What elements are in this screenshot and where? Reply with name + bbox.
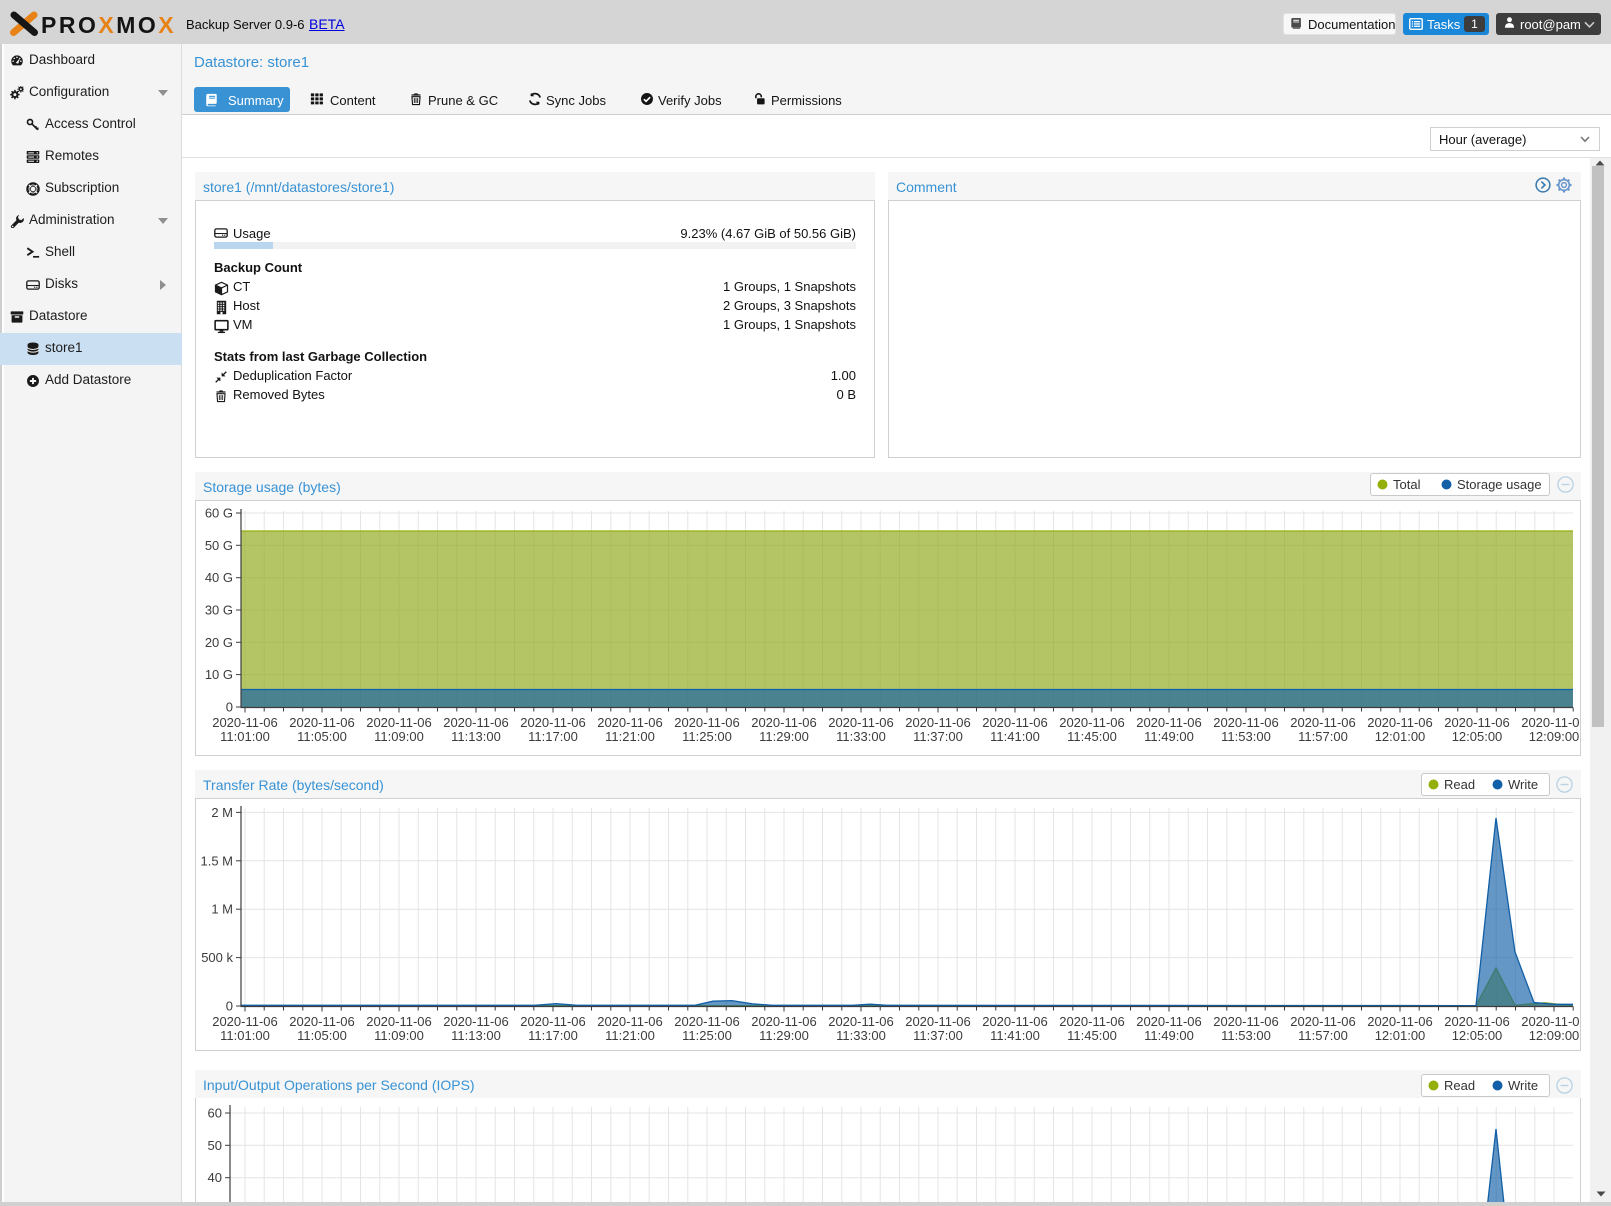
svg-text:2020-11-06: 2020-11-06 — [1444, 715, 1510, 730]
svg-text:11:29:00: 11:29:00 — [759, 729, 809, 744]
svg-text:11:37:00: 11:37:00 — [913, 1028, 963, 1043]
svg-text:11:21:00: 11:21:00 — [605, 1028, 655, 1043]
svg-text:11:25:00: 11:25:00 — [682, 729, 732, 744]
svg-text:2020-11-06: 2020-11-06 — [828, 1014, 894, 1029]
svg-text:11:49:00: 11:49:00 — [1144, 729, 1194, 744]
svg-text:2020-11-06: 2020-11-06 — [674, 1014, 740, 1029]
svg-text:11:53:00: 11:53:00 — [1221, 1028, 1271, 1043]
svg-text:60 G: 60 G — [205, 506, 233, 521]
svg-text:12:09:00: 12:09:00 — [1529, 1028, 1579, 1043]
svg-text:11:05:00: 11:05:00 — [297, 1028, 347, 1043]
svg-text:2020-11-06: 2020-11-06 — [1136, 715, 1202, 730]
svg-text:2020-11-06: 2020-11-06 — [1059, 1014, 1125, 1029]
svg-text:11:57:00: 11:57:00 — [1298, 1028, 1348, 1043]
svg-text:11:17:00: 11:17:00 — [528, 729, 578, 744]
svg-text:2020-11-06: 2020-11-06 — [1521, 1014, 1579, 1029]
svg-text:2020-11-06: 2020-11-06 — [1290, 1014, 1356, 1029]
svg-text:2020-11-06: 2020-11-06 — [1367, 1014, 1433, 1029]
svg-text:40: 40 — [208, 1170, 222, 1185]
svg-text:12:01:00: 12:01:00 — [1375, 729, 1426, 744]
svg-text:2020-11-06: 2020-11-06 — [289, 1014, 355, 1029]
svg-text:50: 50 — [208, 1138, 222, 1153]
svg-text:11:45:00: 11:45:00 — [1067, 1028, 1117, 1043]
svg-text:2020-11-06: 2020-11-06 — [212, 1014, 278, 1029]
svg-text:11:33:00: 11:33:00 — [836, 1028, 886, 1043]
svg-text:2020-11-06: 2020-11-06 — [597, 1014, 663, 1029]
svg-text:2020-11-06: 2020-11-06 — [366, 1014, 432, 1029]
svg-text:11:13:00: 11:13:00 — [451, 1028, 501, 1043]
svg-text:11:17:00: 11:17:00 — [528, 1028, 578, 1043]
svg-text:30 G: 30 G — [205, 603, 233, 618]
svg-text:2020-11-06: 2020-11-06 — [289, 715, 355, 730]
svg-text:2020-11-06: 2020-11-06 — [212, 715, 278, 730]
svg-text:2020-11-06: 2020-11-06 — [1367, 715, 1433, 730]
svg-text:500 k: 500 k — [201, 950, 233, 965]
svg-text:11:01:00: 11:01:00 — [220, 1028, 270, 1043]
svg-text:11:01:00: 11:01:00 — [220, 729, 270, 744]
svg-text:2020-11-06: 2020-11-06 — [905, 1014, 971, 1029]
svg-text:2020-11-06: 2020-11-06 — [1059, 715, 1125, 730]
svg-text:11:41:00: 11:41:00 — [990, 729, 1040, 744]
svg-text:2020-11-06: 2020-11-06 — [1521, 715, 1579, 730]
svg-text:2020-11-06: 2020-11-06 — [1213, 715, 1279, 730]
svg-text:2020-11-06: 2020-11-06 — [520, 1014, 586, 1029]
svg-text:12:01:00: 12:01:00 — [1375, 1028, 1426, 1043]
svg-text:2020-11-06: 2020-11-06 — [828, 715, 894, 730]
svg-text:11:45:00: 11:45:00 — [1067, 729, 1117, 744]
svg-text:12:05:00: 12:05:00 — [1452, 729, 1503, 744]
svg-text:11:49:00: 11:49:00 — [1144, 1028, 1194, 1043]
svg-text:2020-11-06: 2020-11-06 — [674, 715, 740, 730]
svg-text:1 M: 1 M — [211, 902, 233, 917]
svg-text:2020-11-06: 2020-11-06 — [520, 715, 586, 730]
svg-text:11:09:00: 11:09:00 — [374, 729, 424, 744]
svg-text:11:09:00: 11:09:00 — [374, 1028, 424, 1043]
svg-text:2020-11-06: 2020-11-06 — [982, 1014, 1048, 1029]
svg-text:0: 0 — [226, 999, 233, 1014]
svg-text:2020-11-06: 2020-11-06 — [1136, 1014, 1202, 1029]
svg-text:2020-11-06: 2020-11-06 — [443, 715, 509, 730]
svg-text:11:13:00: 11:13:00 — [451, 729, 501, 744]
svg-text:11:05:00: 11:05:00 — [297, 729, 347, 744]
svg-text:2020-11-06: 2020-11-06 — [597, 715, 663, 730]
svg-text:2020-11-06: 2020-11-06 — [1444, 1014, 1510, 1029]
svg-text:2020-11-06: 2020-11-06 — [905, 715, 971, 730]
svg-text:11:25:00: 11:25:00 — [682, 1028, 732, 1043]
svg-text:60: 60 — [208, 1106, 222, 1121]
svg-text:11:41:00: 11:41:00 — [990, 1028, 1040, 1043]
svg-text:2020-11-06: 2020-11-06 — [751, 1014, 817, 1029]
svg-text:11:29:00: 11:29:00 — [759, 1028, 809, 1043]
svg-text:12:09:00: 12:09:00 — [1529, 729, 1579, 744]
svg-text:2020-11-06: 2020-11-06 — [366, 715, 432, 730]
svg-text:11:37:00: 11:37:00 — [913, 729, 963, 744]
svg-text:40 G: 40 G — [205, 570, 233, 585]
svg-text:2020-11-06: 2020-11-06 — [443, 1014, 509, 1029]
svg-text:1.5 M: 1.5 M — [200, 853, 233, 868]
svg-text:11:57:00: 11:57:00 — [1298, 729, 1348, 744]
svg-text:20 G: 20 G — [205, 635, 233, 650]
svg-text:2020-11-06: 2020-11-06 — [982, 715, 1048, 730]
svg-text:0: 0 — [226, 700, 233, 715]
svg-text:2020-11-06: 2020-11-06 — [1290, 715, 1356, 730]
svg-text:50 G: 50 G — [205, 538, 233, 553]
svg-text:2020-11-06: 2020-11-06 — [1213, 1014, 1279, 1029]
svg-text:10 G: 10 G — [205, 667, 233, 682]
svg-text:2020-11-06: 2020-11-06 — [751, 715, 817, 730]
svg-text:11:21:00: 11:21:00 — [605, 729, 655, 744]
svg-text:2 M: 2 M — [211, 805, 233, 820]
svg-text:11:33:00: 11:33:00 — [836, 729, 886, 744]
svg-text:11:53:00: 11:53:00 — [1221, 729, 1271, 744]
svg-text:12:05:00: 12:05:00 — [1452, 1028, 1503, 1043]
